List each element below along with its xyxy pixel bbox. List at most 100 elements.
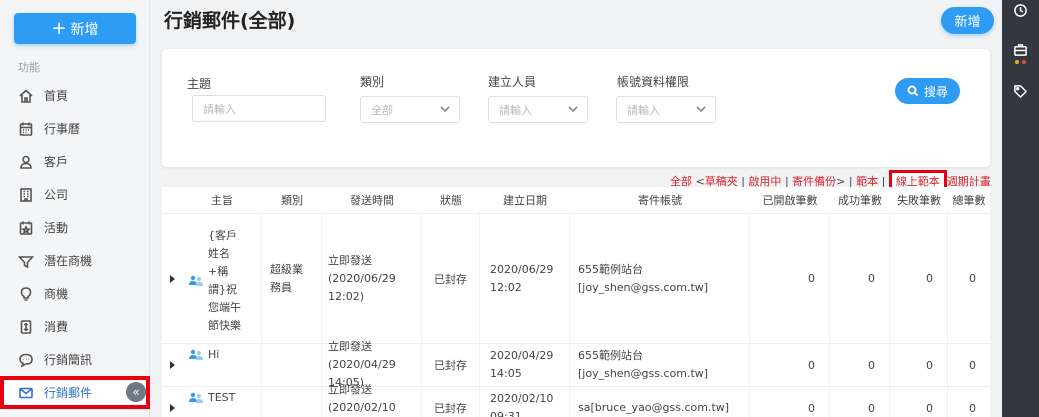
new-button[interactable]: 新增 bbox=[941, 7, 994, 34]
mail-table: 主旨 類別 發送時間 狀態 建立日期 寄件帳號 已開啟筆數 成功筆數 失敗筆數 … bbox=[162, 187, 990, 417]
creator-select-placeholder: 請輸入 bbox=[499, 103, 532, 117]
column-header[interactable]: 寄件帳號 bbox=[570, 192, 750, 208]
table-row[interactable]: TEST 立即發送(2020/02/10 09:31) 已封存 2020/02/… bbox=[162, 383, 990, 417]
company-icon bbox=[20, 187, 32, 202]
row-subject[interactable]: TEST bbox=[208, 391, 235, 404]
search-icon bbox=[907, 85, 919, 97]
sidebar-item-company[interactable]: 公司 bbox=[0, 178, 150, 211]
table-row[interactable]: Hi 立即發送(2020/04/29 14:05) 已封存 2020/04/29… bbox=[162, 340, 990, 389]
sidebar-item-sms[interactable]: 行銷簡訊 bbox=[0, 343, 150, 376]
mail-icon bbox=[19, 387, 33, 398]
expand-row-icon[interactable] bbox=[169, 404, 175, 412]
row-total: 0 bbox=[969, 401, 976, 415]
sms-icon bbox=[19, 353, 33, 368]
column-header[interactable]: 狀態 bbox=[422, 192, 480, 208]
add-new-label: 新增 bbox=[70, 21, 99, 38]
sidebar: + 新增 功能 首頁 行事曆 客戶 公司 活動 潛在商機 商機 消費 行銷簡訊 … bbox=[0, 0, 150, 417]
column-header[interactable]: 失敗筆數 bbox=[890, 192, 948, 208]
creator-label: 建立人員 bbox=[488, 75, 537, 89]
category-select-value: 全部 bbox=[371, 103, 393, 117]
group-recipient-icon bbox=[189, 275, 203, 286]
group-recipient-icon bbox=[189, 349, 203, 360]
sidebar-item-label: 行事曆 bbox=[44, 122, 81, 136]
calendar-icon bbox=[19, 122, 33, 136]
row-success: 0 bbox=[830, 387, 890, 417]
search-button[interactable]: 搜尋 bbox=[895, 78, 960, 104]
sidebar-item-home[interactable]: 首頁 bbox=[0, 79, 150, 112]
chevron-down-icon bbox=[696, 106, 706, 113]
row-opened: 0 bbox=[750, 344, 830, 386]
row-subject[interactable]: {客戶姓名+稱謂}祝您端午節快樂 bbox=[208, 227, 244, 335]
category-label: 類別 bbox=[360, 75, 385, 89]
column-header[interactable]: 成功筆數 bbox=[830, 192, 890, 208]
row-send-time: 立即發送(2020/04/29 14:05) bbox=[322, 340, 422, 389]
potential-opportunity-icon bbox=[18, 255, 34, 268]
add-new-button[interactable]: + 新增 bbox=[14, 13, 136, 44]
main-content: 行銷郵件(全部) 新增 主題 請輸入 類別 全部 建立人員 請輸入 帳號資料權限… bbox=[150, 0, 1002, 417]
sidebar-menu: 首頁 行事曆 客戶 公司 活動 潛在商機 商機 消費 行銷簡訊 行銷郵件 « bbox=[0, 79, 150, 409]
row-sender: 655範例站台 [joy_shen@gss.com.tw] bbox=[570, 344, 750, 386]
search-button-label: 搜尋 bbox=[923, 84, 948, 99]
permission-select[interactable]: 請輸入 bbox=[616, 96, 716, 123]
chevron-down-icon bbox=[568, 106, 578, 113]
row-subject[interactable]: Hi bbox=[208, 348, 219, 361]
filter-panel: 主題 請輸入 類別 全部 建立人員 請輸入 帳號資料權限 請輸入 bbox=[162, 49, 990, 167]
sidebar-item-potential-opportunity[interactable]: 潛在商機 bbox=[0, 244, 150, 277]
sidebar-item-activity[interactable]: 活動 bbox=[0, 211, 150, 244]
row-status: 已封存 bbox=[422, 344, 480, 386]
status-dot bbox=[1022, 60, 1026, 64]
expand-row-icon[interactable] bbox=[169, 274, 175, 283]
row-status: 已封存 bbox=[422, 387, 480, 417]
consumption-icon bbox=[20, 319, 32, 334]
table-row[interactable]: {客戶姓名+稱謂}祝您端午節快樂 超級業務員 立即發送(2020/06/29 1… bbox=[162, 214, 990, 344]
sidebar-item-customer[interactable]: 客戶 bbox=[0, 145, 150, 178]
category-select[interactable]: 全部 bbox=[360, 96, 460, 123]
clock-icon[interactable] bbox=[1013, 3, 1028, 18]
row-created: 2020/02/10 09:31 bbox=[480, 387, 570, 417]
group-recipient-icon bbox=[189, 392, 203, 403]
subject-label: 主題 bbox=[187, 77, 212, 91]
activity-icon bbox=[19, 221, 33, 235]
status-dots bbox=[1015, 60, 1026, 64]
sidebar-item-label: 行銷郵件 bbox=[44, 386, 93, 400]
column-header[interactable]: 類別 bbox=[262, 192, 322, 208]
row-total: 0 bbox=[969, 358, 976, 372]
sidebar-item-calendar[interactable]: 行事曆 bbox=[0, 112, 150, 145]
row-status: 已封存 bbox=[422, 214, 480, 343]
opportunity-icon bbox=[20, 286, 32, 301]
row-opened: 0 bbox=[750, 387, 830, 417]
table-header: 主旨 類別 發送時間 狀態 建立日期 寄件帳號 已開啟筆數 成功筆數 失敗筆數 … bbox=[162, 187, 990, 214]
row-sender: sa[bruce_yao@gss.com.tw] bbox=[570, 387, 750, 417]
column-header[interactable]: 建立日期 bbox=[480, 192, 570, 208]
permission-select-placeholder: 請輸入 bbox=[627, 103, 660, 117]
collapse-sidebar-button[interactable]: « bbox=[126, 382, 146, 402]
row-failed: 0 bbox=[890, 387, 948, 417]
row-category bbox=[262, 344, 322, 386]
status-dot bbox=[1015, 60, 1019, 64]
expand-row-icon[interactable] bbox=[169, 361, 175, 369]
sidebar-item-consumption[interactable]: 消費 bbox=[0, 310, 150, 343]
column-header[interactable]: 已開啟筆數 bbox=[750, 192, 830, 208]
row-opened: 0 bbox=[750, 214, 830, 343]
sidebar-item-label: 行銷簡訊 bbox=[44, 353, 93, 367]
chevron-down-icon bbox=[440, 106, 450, 113]
page-title: 行銷郵件(全部) bbox=[164, 10, 296, 32]
tag-icon[interactable] bbox=[1013, 84, 1028, 99]
subject-input[interactable]: 請輸入 bbox=[192, 95, 326, 122]
row-created: 2020/06/29 12:02 bbox=[480, 214, 570, 343]
column-header[interactable]: 發送時間 bbox=[322, 192, 422, 208]
row-success: 0 bbox=[830, 214, 890, 343]
briefcase-icon[interactable] bbox=[1013, 42, 1028, 57]
row-failed: 0 bbox=[890, 214, 948, 343]
sidebar-item-label: 活動 bbox=[44, 221, 69, 235]
right-toolbar bbox=[1002, 0, 1039, 417]
column-header[interactable]: 主旨 bbox=[182, 192, 262, 208]
creator-select[interactable]: 請輸入 bbox=[488, 96, 588, 123]
home-icon bbox=[19, 88, 33, 103]
column-header[interactable]: 總筆數 bbox=[948, 192, 990, 208]
sidebar-item-opportunity[interactable]: 商機 bbox=[0, 277, 150, 310]
customer-icon bbox=[20, 155, 32, 169]
row-send-time: 立即發送(2020/02/10 09:31) bbox=[322, 383, 422, 417]
sidebar-item-marketing-mail[interactable]: 行銷郵件 « bbox=[0, 376, 150, 409]
row-sender: 655範例站台 [joy_shen@gss.com.tw] bbox=[570, 214, 750, 343]
